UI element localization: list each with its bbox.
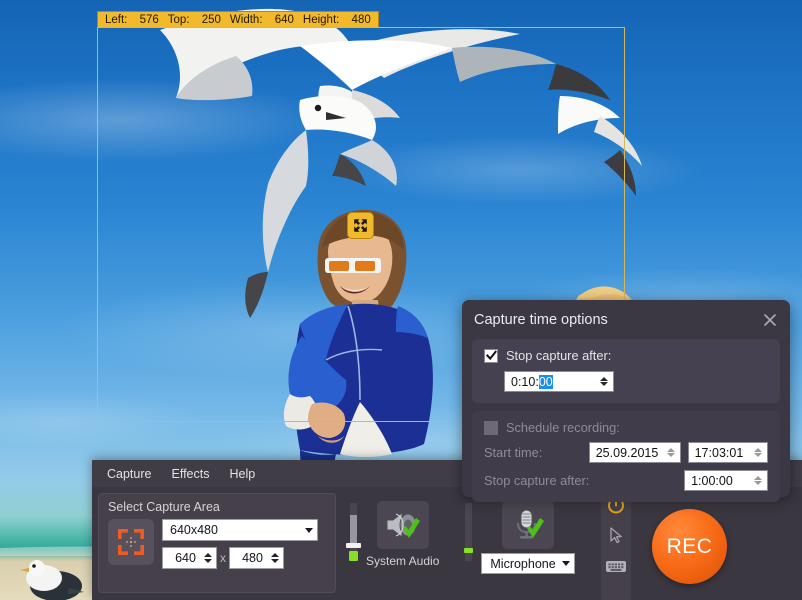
start-date-value: 25.09.2015 — [595, 445, 659, 460]
stepper-down-icon — [271, 559, 279, 563]
microphone-toggle-button[interactable] — [502, 501, 555, 549]
stepper-up-icon — [204, 553, 212, 557]
select-capture-area-button[interactable] — [108, 519, 154, 565]
schedule-stop-after-row: Stop capture after: 1:00:00 — [484, 470, 768, 491]
menu-item-help[interactable]: Help — [219, 463, 265, 485]
microphone-section: Microphone — [439, 493, 576, 574]
dialog-title-bar: Capture time options — [462, 300, 790, 339]
schedule-stop-after-value: 1:00:00 — [691, 473, 733, 488]
stepper-down-icon — [754, 453, 762, 457]
mouse-cursor-options-button[interactable] — [604, 523, 628, 547]
stepper-up-icon — [754, 448, 762, 452]
microphone-device-dropdown[interactable]: Microphone — [481, 553, 576, 574]
capture-height-spinner[interactable]: 480 — [229, 547, 284, 569]
schedule-recording-label: Schedule recording: — [506, 420, 620, 435]
keyboard-options-button[interactable] — [604, 554, 628, 578]
schedule-recording-row: Schedule recording: — [484, 420, 768, 435]
microphone-icon — [517, 509, 545, 539]
stop-capture-time-value: 0:10:00 — [511, 374, 591, 389]
start-time-row: Start time: 25.09.2015 17:03:01 — [484, 442, 768, 463]
start-date-stepper[interactable] — [664, 448, 678, 457]
capture-height-stepper[interactable] — [269, 553, 281, 563]
stepper-up-icon — [600, 377, 608, 381]
capture-width-value: 640 — [175, 551, 196, 565]
menu-item-capture[interactable]: Capture — [97, 463, 161, 485]
stop-capture-row: Stop capture after: — [484, 348, 768, 363]
microphone-device-value: Microphone — [490, 556, 556, 571]
stop-capture-time-input[interactable]: 0:10:00 — [504, 371, 614, 392]
selection-top-label: Top: 250 — [167, 14, 221, 26]
stepper-up-icon — [271, 553, 279, 557]
stop-capture-panel: Stop capture after: 0:10:00 — [472, 339, 780, 403]
stop-capture-checkbox[interactable] — [484, 348, 498, 363]
start-time-label: Start time: — [484, 445, 543, 460]
mouse-cursor-icon — [610, 527, 622, 544]
stop-capture-selected-segment: 00 — [538, 374, 553, 389]
stop-capture-prefix: 0:10: — [511, 374, 539, 389]
four-way-resize-arrows-icon — [354, 219, 367, 232]
dialog-close-button[interactable] — [760, 310, 780, 330]
start-date-input[interactable]: 25.09.2015 — [588, 442, 681, 463]
select-capture-area-group: Select Capture Area 640x480 640 x 480 — [98, 493, 336, 593]
schedule-stop-after-stepper[interactable] — [751, 476, 765, 485]
schedule-recording-checkbox[interactable] — [484, 420, 498, 435]
dimension-separator: x — [220, 551, 226, 565]
chevron-down-icon — [562, 561, 571, 566]
stop-capture-label: Stop capture after: — [506, 348, 612, 363]
selection-info-bar: Left: 576 Top: 250 Width: 640 Height: 480 — [97, 11, 379, 28]
selection-move-handle[interactable] — [347, 212, 374, 239]
system-audio-block: System Audio — [366, 501, 439, 568]
stepper-down-icon — [667, 453, 676, 457]
slider-fill — [350, 515, 357, 545]
system-audio-label: System Audio — [366, 554, 440, 568]
capture-height-value: 480 — [242, 551, 263, 565]
checkmark-icon — [485, 350, 497, 361]
audio-level-indicator — [464, 548, 474, 553]
chevron-down-icon — [305, 527, 313, 533]
capture-preset-value: 640x480 — [170, 523, 218, 537]
selection-left-label: Left: 576 — [105, 14, 159, 26]
stop-capture-stepper[interactable] — [597, 377, 611, 386]
stepper-down-icon — [204, 559, 212, 563]
schedule-stop-after-label: Stop capture after: — [484, 473, 590, 488]
record-button[interactable]: REC — [652, 509, 727, 584]
capture-width-spinner[interactable]: 640 — [162, 547, 217, 569]
menu-item-effects[interactable]: Effects — [161, 463, 219, 485]
capture-width-stepper[interactable] — [202, 553, 214, 563]
start-clock-input[interactable]: 17:03:01 — [687, 442, 768, 463]
microphone-block: Microphone — [481, 501, 576, 574]
stepper-up-icon — [667, 448, 676, 452]
schedule-stop-after-input[interactable]: 1:00:00 — [684, 470, 768, 491]
system-audio-toggle-button[interactable] — [376, 501, 429, 549]
slider-knob[interactable] — [346, 543, 361, 548]
start-clock-stepper[interactable] — [751, 448, 765, 457]
stepper-up-icon — [754, 476, 762, 480]
close-icon — [764, 313, 776, 326]
speaker-icon — [386, 511, 420, 539]
schedule-recording-panel: Schedule recording: Start time: 25.09.20… — [472, 411, 780, 502]
system-audio-volume-slider[interactable] — [346, 503, 361, 561]
capture-frame-crosshair-icon — [118, 529, 144, 555]
capture-preset-dropdown[interactable]: 640x480 — [162, 519, 318, 541]
screen-root: Left: 576 Top: 250 Width: 640 Height: 480 C… — [0, 0, 802, 600]
options-toolstrip — [601, 487, 631, 600]
dialog-title: Capture time options — [474, 311, 608, 328]
select-capture-area-title: Select Capture Area — [108, 500, 220, 514]
record-button-label: REC — [666, 534, 713, 558]
stepper-down-icon — [600, 382, 608, 386]
selection-width-label: Width: 640 — [229, 14, 294, 26]
app-toolbar-body: Select Capture Area 640x480 640 x 480 Sy… — [92, 487, 802, 600]
stepper-down-icon — [754, 481, 762, 485]
start-clock-value: 17:03:01 — [694, 445, 744, 460]
selection-height-label: Height: 480 — [302, 14, 371, 26]
capture-time-options-dialog: Capture time options Stop capture after: — [462, 300, 790, 502]
slider-fill — [465, 503, 473, 547]
audio-level-indicator — [349, 551, 358, 561]
keyboard-icon — [606, 561, 626, 572]
system-audio-section: System Audio — [336, 493, 439, 568]
microphone-volume-slider[interactable] — [461, 503, 475, 561]
